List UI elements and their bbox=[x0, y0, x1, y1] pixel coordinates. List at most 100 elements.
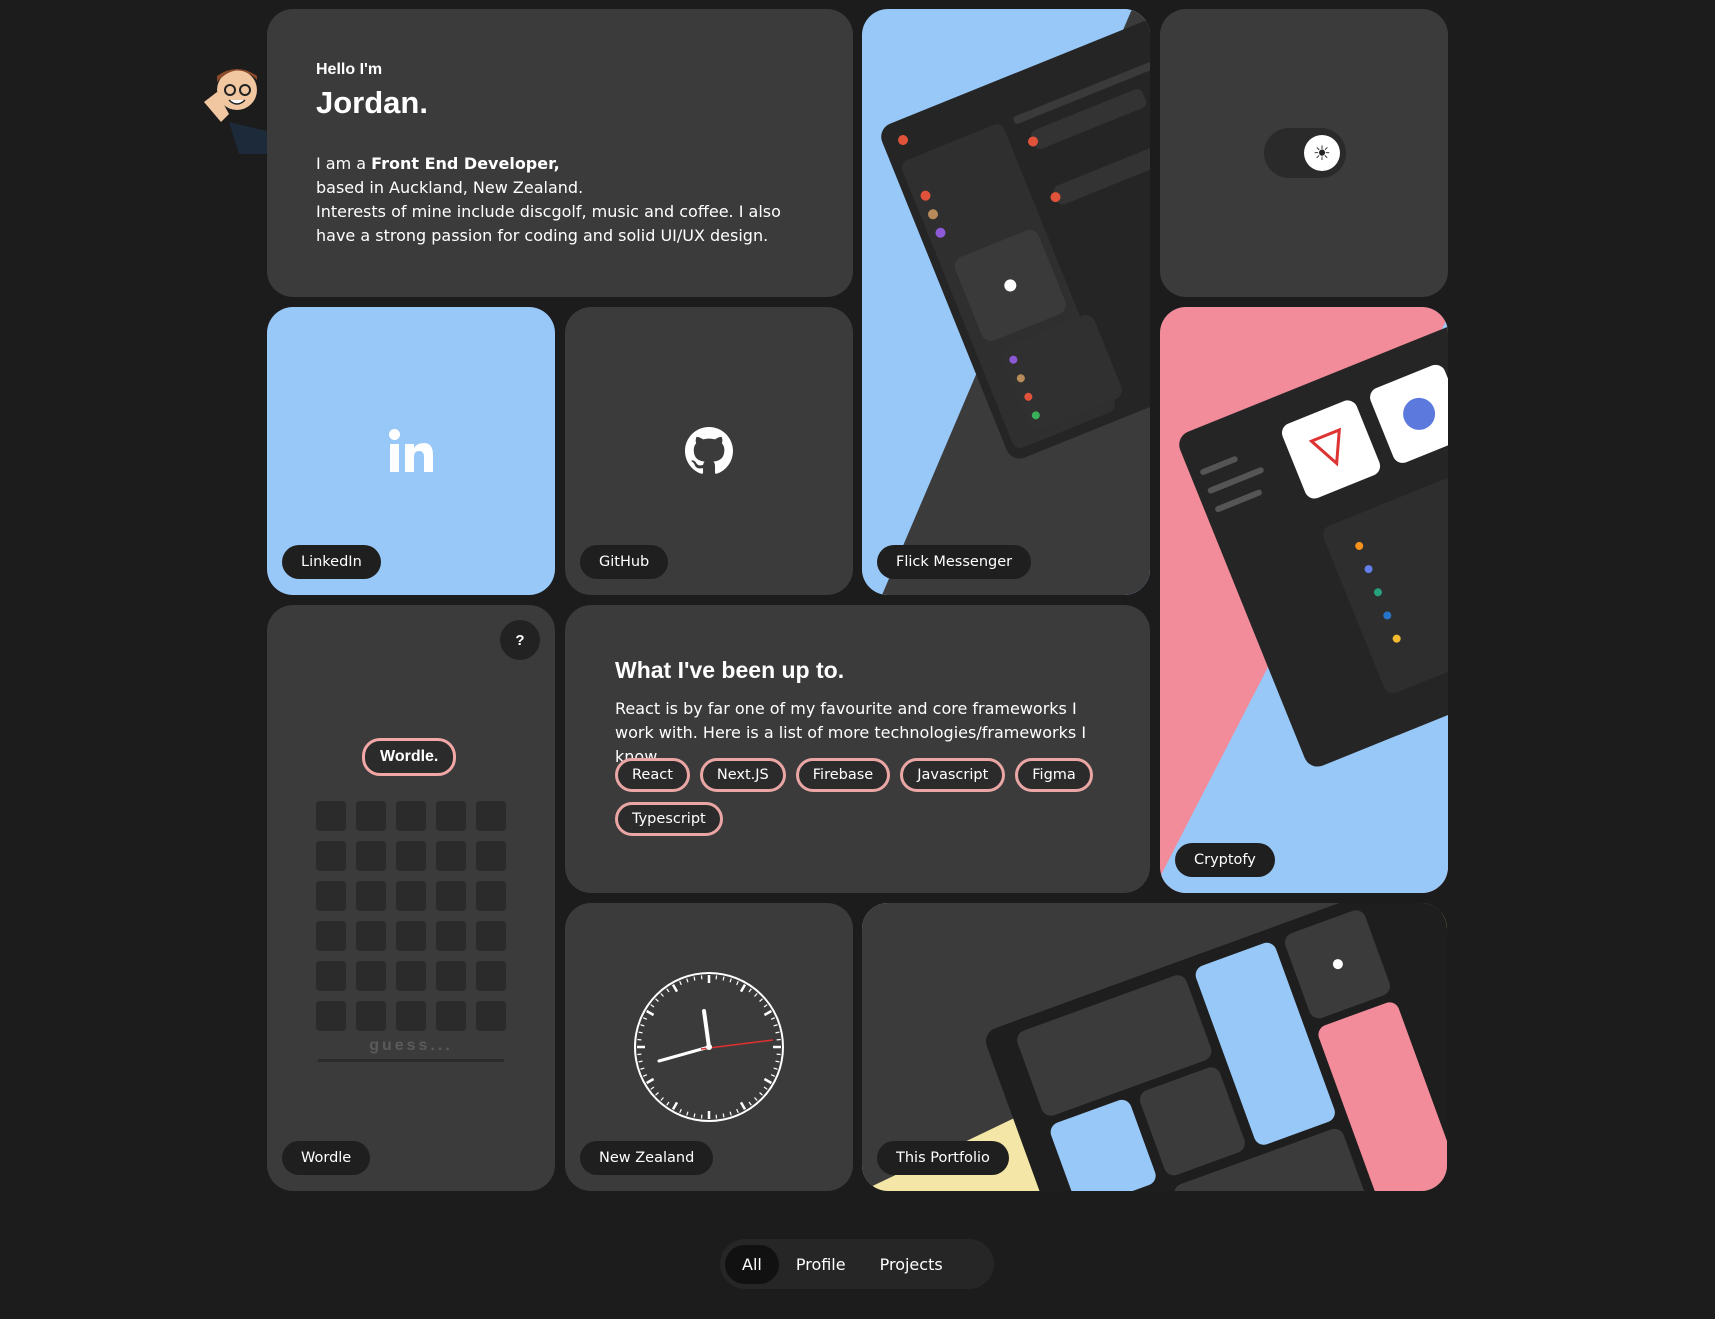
skill-chip: React bbox=[615, 758, 690, 792]
project-card-cryptofy[interactable]: Cryptofy bbox=[1160, 307, 1448, 893]
wordle-cell bbox=[396, 841, 426, 871]
clock-tick bbox=[660, 1097, 664, 1101]
wordle-grid bbox=[316, 801, 506, 1031]
clock-tick bbox=[671, 1101, 679, 1110]
clock-tick bbox=[646, 1009, 655, 1017]
wordle-cell bbox=[356, 881, 386, 911]
project-card-portfolio[interactable]: This Portfolio bbox=[862, 903, 1447, 1191]
cryptofy-preview-image bbox=[1160, 317, 1448, 893]
help-button[interactable]: ? bbox=[500, 620, 540, 660]
clock-tick bbox=[770, 1074, 776, 1077]
wordle-card: ? Wordle. guess... Wordle bbox=[267, 605, 555, 1191]
avatar bbox=[199, 62, 271, 154]
linkedin-icon bbox=[389, 429, 433, 472]
clock-tick bbox=[763, 1004, 768, 1008]
sun-icon: ☀ bbox=[1304, 135, 1340, 171]
hour-hand bbox=[702, 1009, 711, 1049]
portfolio-label[interactable]: This Portfolio bbox=[877, 1141, 1009, 1175]
clock-tick bbox=[693, 976, 696, 981]
clock-tick bbox=[754, 993, 758, 997]
clock-tick bbox=[739, 1101, 747, 1110]
wordle-cell bbox=[476, 921, 506, 951]
clock-tick bbox=[650, 1004, 655, 1008]
clock-tick bbox=[739, 984, 747, 993]
clock-tick bbox=[763, 1009, 772, 1017]
skill-chip: Next.JS bbox=[699, 758, 786, 792]
wordle-cell bbox=[356, 841, 386, 871]
clock-tick bbox=[640, 1067, 645, 1070]
social-card-github[interactable]: GitHub bbox=[565, 307, 853, 595]
flick-label[interactable]: Flick Messenger bbox=[877, 545, 1032, 579]
clock-tick bbox=[763, 1077, 772, 1085]
clock-tick bbox=[642, 1074, 648, 1077]
wordle-cell bbox=[436, 801, 466, 831]
clock-tick bbox=[759, 1092, 763, 1096]
clock-tick bbox=[650, 1086, 655, 1090]
wordle-cell bbox=[396, 1001, 426, 1031]
intro-name: Jordan. bbox=[316, 85, 428, 120]
clock-tick bbox=[736, 980, 739, 986]
cryptofy-label[interactable]: Cryptofy bbox=[1175, 843, 1275, 877]
nav-projects[interactable]: Projects bbox=[863, 1245, 960, 1284]
clock-tick bbox=[775, 1031, 780, 1034]
intro-hello: Hello I'm bbox=[316, 61, 383, 78]
wordle-cell bbox=[436, 841, 466, 871]
skill-chip: Figma bbox=[1015, 758, 1093, 792]
clock-tick bbox=[679, 1108, 682, 1114]
nav-profile[interactable]: Profile bbox=[779, 1245, 863, 1284]
theme-toggle[interactable]: ☀ bbox=[1264, 128, 1346, 178]
clock-tick bbox=[722, 1113, 725, 1118]
clock-tick bbox=[759, 998, 763, 1002]
bio-prefix: I am a bbox=[316, 154, 372, 173]
clock-tick bbox=[679, 980, 682, 986]
wordle-cell bbox=[316, 801, 346, 831]
intro-bio: I am a Front End Developer, based in Auc… bbox=[316, 152, 816, 248]
clock-tick bbox=[638, 1031, 643, 1034]
wordle-cell bbox=[436, 961, 466, 991]
clock-tick bbox=[729, 1111, 732, 1116]
flick-preview-image bbox=[862, 9, 1150, 595]
clock-tick bbox=[638, 1060, 643, 1063]
clock-tick bbox=[748, 988, 752, 993]
bio-role: Front End Developer, bbox=[371, 154, 560, 173]
clock-card: New Zealand bbox=[565, 903, 853, 1191]
clock-tick bbox=[686, 1111, 689, 1116]
wordle-cell bbox=[476, 961, 506, 991]
skill-chip: Firebase bbox=[795, 758, 891, 792]
wordle-cell bbox=[316, 881, 346, 911]
clock-tick bbox=[754, 1097, 758, 1101]
linkedin-label[interactable]: LinkedIn bbox=[282, 545, 381, 579]
wordle-cell bbox=[476, 841, 506, 871]
wordle-cell bbox=[436, 1001, 466, 1031]
clock-tick bbox=[773, 1067, 778, 1070]
wordle-cell bbox=[476, 801, 506, 831]
clock-tick bbox=[773, 1024, 778, 1027]
nav-all[interactable]: All bbox=[725, 1244, 779, 1284]
wordle-cell bbox=[316, 961, 346, 991]
wordle-cell bbox=[396, 961, 426, 991]
skills-title: What I've been up to. bbox=[615, 657, 845, 683]
wordle-cell bbox=[356, 801, 386, 831]
clock-tick bbox=[770, 1017, 776, 1020]
wordle-cell bbox=[316, 841, 346, 871]
github-label[interactable]: GitHub bbox=[580, 545, 669, 579]
theme-card: ☀ bbox=[1160, 9, 1448, 297]
wordle-logo: Wordle. bbox=[362, 738, 457, 776]
project-card-flick[interactable]: Flick Messenger bbox=[862, 9, 1150, 595]
clock-tick bbox=[722, 976, 725, 981]
clock-tick bbox=[729, 978, 732, 983]
clock-label[interactable]: New Zealand bbox=[580, 1141, 714, 1175]
wordle-cell bbox=[396, 801, 426, 831]
wordle-cell bbox=[476, 881, 506, 911]
clock-tick bbox=[775, 1060, 780, 1063]
skill-chip: Typescript bbox=[615, 802, 723, 836]
clock-tick bbox=[640, 1024, 645, 1027]
social-card-linkedin[interactable]: LinkedIn bbox=[267, 307, 555, 595]
wordle-cell bbox=[436, 921, 466, 951]
guess-input[interactable]: guess... bbox=[318, 1037, 504, 1062]
wordle-cell bbox=[396, 921, 426, 951]
wordle-label[interactable]: Wordle bbox=[282, 1141, 371, 1175]
wordle-cell bbox=[396, 881, 426, 911]
skills-chips: React Next.JS Firebase Javascript Figma … bbox=[615, 758, 1095, 836]
clock-tick bbox=[763, 1086, 768, 1090]
